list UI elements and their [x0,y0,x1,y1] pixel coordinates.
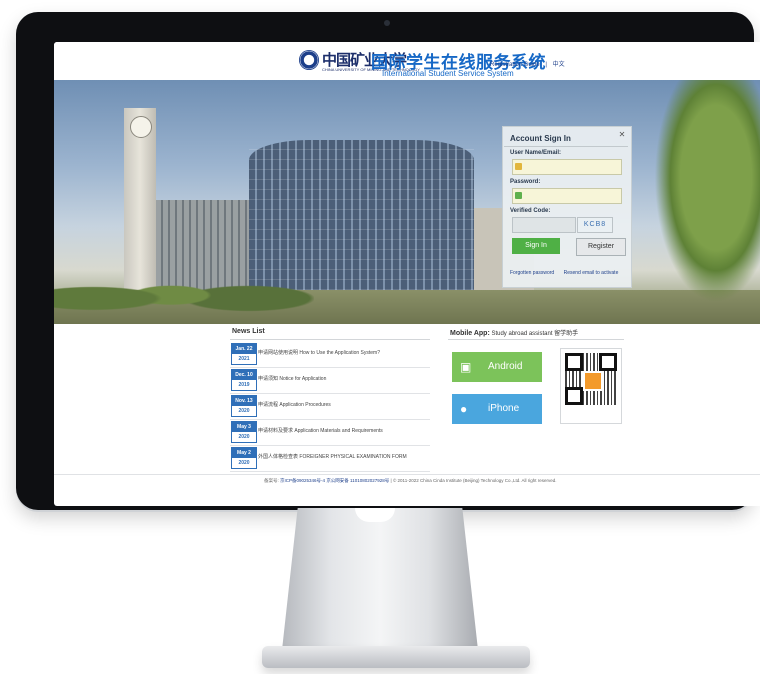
date-day: Nov. 13 [232,396,256,406]
police-record-link[interactable]: 京公网安备 11010802027928号 [326,478,389,483]
news-item[interactable]: Nov. 13 2020 申请流程 Application Procedures [230,393,430,420]
iphone-label: iPhone [488,403,520,414]
willow-tree [644,80,760,324]
news-link[interactable]: 外国人体格检查表 FOREIGNER PHYSICAL EXAMINATION … [258,453,407,460]
copyright-text: © 2011-2022 China Cinda Institute (Beiji… [392,478,557,483]
qr-finder [565,353,583,371]
qr-finder [565,387,583,405]
date-year: 2020 [238,460,250,466]
news-title: News List [232,328,265,335]
qr-finder [599,353,617,371]
news-link[interactable]: 申请网站使用说明 How to Use the Application Syst… [258,349,380,356]
mobile-app-heading: Mobile App: Study abroad assistant 留学助手 [450,328,578,337]
qr-logo-icon [583,371,603,391]
forgot-password-link[interactable]: Forgotten password [510,270,554,276]
news-link[interactable]: 申请材料及要求 Application Materials and Requir… [258,427,383,434]
date-year: 2020 [238,408,250,414]
monitor-stand [282,508,478,650]
date-badge: May 3 2020 [231,421,257,443]
icp-link[interactable]: 京ICP备09025346号-4 [280,478,325,483]
site-header: 中国矿业大学 CHINA UNIVERSITY OF MINING AND TE… [54,42,760,80]
date-day: May 3 [232,422,256,432]
mobile-app-title: Mobile App: [450,330,490,337]
date-day: Jan. 22 [232,344,256,354]
header-links: Registration Guide | 中文 [490,59,569,68]
app-divider [448,339,624,340]
monitor-base [262,646,530,668]
date-year: 2021 [238,356,250,362]
date-badge: May 2 2020 [231,447,257,469]
android-label: Android [488,361,523,372]
qr-code [560,348,622,424]
date-badge: Dec. 10 2019 [231,369,257,391]
code-label: Verified Code: [510,208,551,214]
icp-label: 备案号: [264,478,279,483]
username-input[interactable] [512,159,622,175]
footer-separator: | [390,478,392,483]
password-label: Password: [510,179,541,185]
lock-icon [515,192,522,199]
date-day: Dec. 10 [232,370,256,380]
mobile-app-subtitle: Study abroad assistant 留学助手 [491,331,579,337]
login-divider [504,146,628,147]
android-icon: ▣ [460,360,472,374]
footer-divider [54,474,760,475]
news-link[interactable]: 申请须知 Notice for Application [258,375,326,382]
date-year: 2019 [238,382,250,388]
date-badge: Jan. 22 2021 [231,343,257,365]
captcha-image[interactable]: KCB8 [577,217,613,233]
register-button[interactable]: Register [576,238,626,256]
date-year: 2020 [238,434,250,440]
news-item[interactable]: Dec. 10 2019 申请须知 Notice for Application [230,367,430,394]
login-title: Account Sign In [510,134,571,143]
close-icon[interactable]: ✕ [617,130,627,140]
screen: 中国矿业大学 CHINA UNIVERSITY OF MINING AND TE… [54,42,760,506]
site-title-en: International Student Service System [382,69,514,78]
clock-icon [130,116,152,138]
registration-guide-link[interactable]: Registration Guide [490,62,540,68]
news-item[interactable]: May 2 2020 外国人体格检查表 FOREIGNER PHYSICAL E… [230,445,430,472]
android-download-button[interactable]: ▣ Android [452,352,542,382]
user-icon [515,163,522,170]
news-item[interactable]: May 3 2020 申请材料及要求 Application Materials… [230,419,430,446]
footer: 备案号: 京ICP备09025346号-4 京公网安备 110108020279… [264,478,556,484]
camera-icon [384,20,390,26]
language-chinese-link[interactable]: 中文 [553,62,565,68]
username-label: User Name/Email: [510,150,562,156]
date-day: May 2 [232,448,256,458]
date-badge: Nov. 13 2020 [231,395,257,417]
campus-banner [54,80,760,324]
apple-icon: ● [460,402,468,416]
news-divider [230,339,430,340]
monitor-frame: 中国矿业大学 CHINA UNIVERSITY OF MINING AND TE… [16,12,760,510]
login-links: Forgotten password Resend email to activ… [510,270,626,276]
header-divider: | [545,62,547,68]
iphone-download-button[interactable]: ● iPhone [452,394,542,424]
password-input[interactable] [512,188,622,204]
verify-code-input[interactable] [512,217,576,233]
resend-activation-link[interactable]: Resend email to activate [564,270,619,276]
news-link[interactable]: 申请流程 Application Procedures [258,401,331,408]
news-item[interactable]: Jan. 22 2021 申请网站使用说明 How to Use the App… [230,341,430,368]
sign-in-button[interactable]: Sign In [512,238,560,254]
university-seal-icon [299,50,319,70]
trees [54,260,314,324]
